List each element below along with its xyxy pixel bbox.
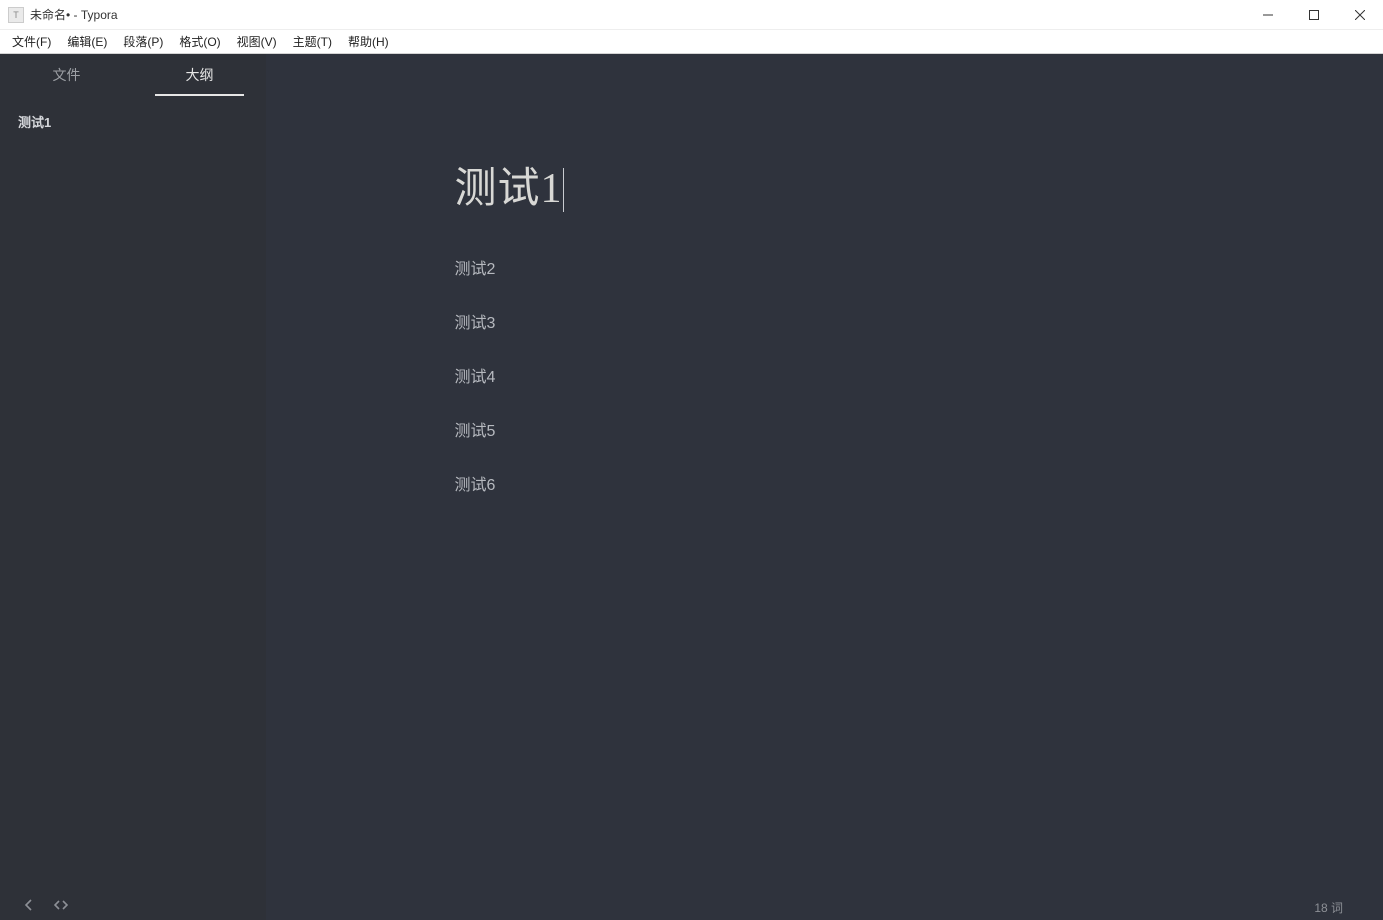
source-code-icon[interactable] [54,898,68,912]
menubar: 文件(F) 编辑(E) 段落(P) 格式(O) 视图(V) 主题(T) 帮助(H… [0,30,1383,54]
menu-help[interactable]: 帮助(H) [340,30,397,53]
sidebar-bottom [0,890,266,920]
editor-content[interactable]: 测试1 测试2 测试3 测试4 测试5 测试6 [395,54,1255,565]
tab-files[interactable]: 文件 [0,54,133,96]
paragraph-text: 测试6 [455,477,496,494]
menu-theme[interactable]: 主题(T) [285,30,340,53]
paragraph[interactable]: 测试6 [455,471,1195,495]
tab-outline[interactable]: 大纲 [133,54,266,96]
tab-outline-label: 大纲 [186,65,214,85]
sidebar: 文件 大纲 测试1 [0,54,266,920]
text-caret [563,168,564,212]
statusbar: 18 词 [1314,894,1383,920]
paragraph-text: 测试2 [455,261,496,278]
app-icon: T [8,7,24,23]
editor-area[interactable]: 测试1 测试2 测试3 测试4 测试5 测试6 18 词 [266,54,1383,920]
paragraph[interactable]: 测试4 [455,363,1195,387]
menu-format[interactable]: 格式(O) [171,30,228,53]
outline-list: 测试1 [0,96,266,890]
outline-item-label: 测试1 [18,115,51,130]
heading-text: 测试1 [455,166,563,212]
paragraph[interactable]: 测试3 [455,309,1195,333]
paragraph[interactable]: 测试5 [455,417,1195,441]
menu-edit[interactable]: 编辑(E) [59,30,115,53]
paragraph-text: 测试5 [455,423,496,440]
tab-files-label: 文件 [53,65,81,85]
heading-1[interactable]: 测试1 [455,154,564,215]
paragraph[interactable]: 测试2 [455,255,1195,279]
menu-file[interactable]: 文件(F) [4,30,59,53]
paragraph-text: 测试3 [455,315,496,332]
paragraph-text: 测试4 [455,369,496,386]
menu-view[interactable]: 视图(V) [229,30,285,53]
outline-item[interactable]: 测试1 [0,106,266,137]
window-title: 未命名• - Typora [30,6,118,23]
sidebar-tabs: 文件 大纲 [0,54,266,96]
main-area: 文件 大纲 测试1 测试1 测试2 测试3 测 [0,54,1383,920]
app-icon-text: T [13,10,19,20]
menu-para[interactable]: 段落(P) [115,30,171,53]
back-icon[interactable] [22,898,36,912]
minimize-button[interactable] [1245,0,1291,30]
titlebar: T 未命名• - Typora [0,0,1383,30]
close-button[interactable] [1337,0,1383,30]
word-count[interactable]: 18 词 [1314,899,1343,916]
maximize-button[interactable] [1291,0,1337,30]
